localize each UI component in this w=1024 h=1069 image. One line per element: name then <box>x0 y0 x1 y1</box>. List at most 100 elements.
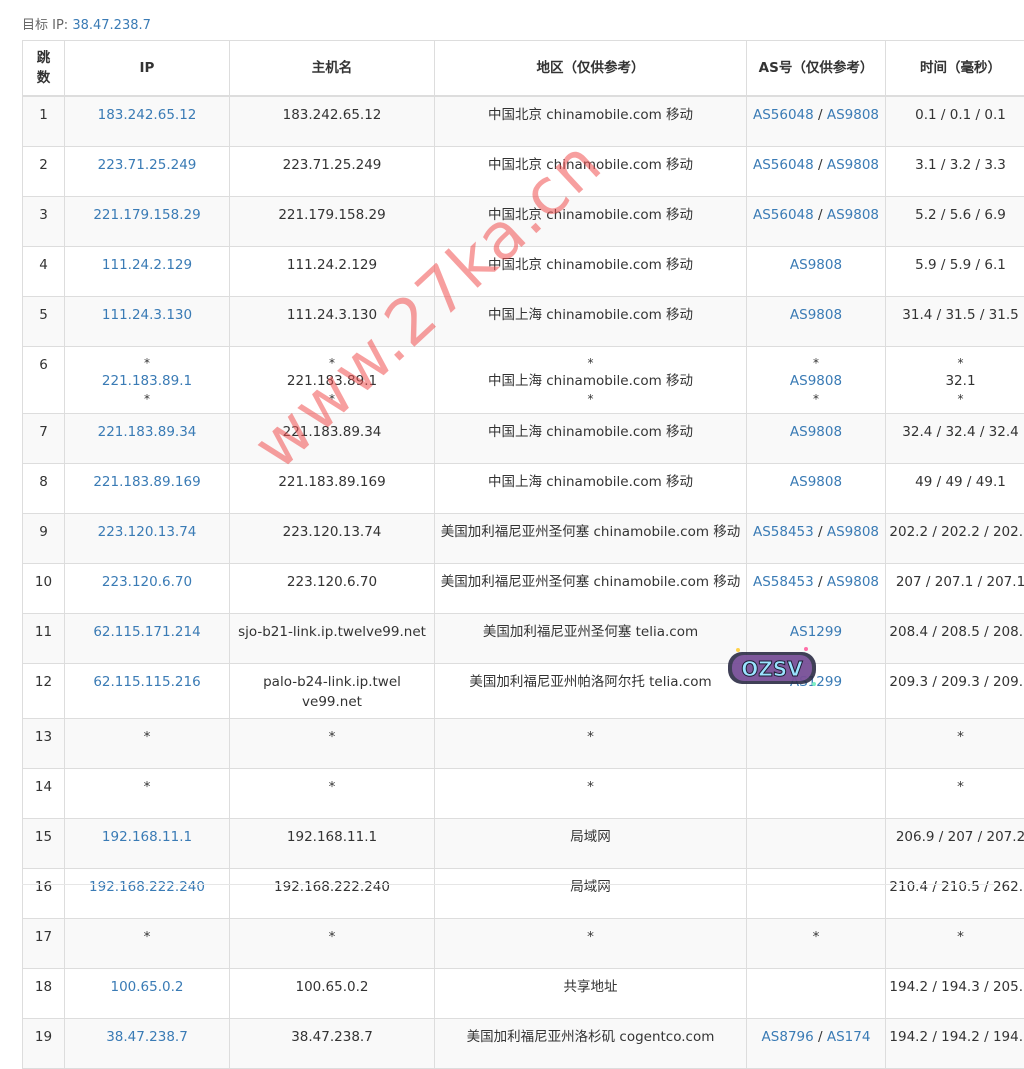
as-star-bottom: * <box>749 391 883 407</box>
hostname-cell: 223.120.13.74 <box>230 514 435 564</box>
ip-link[interactable]: 183.242.65.12 <box>98 107 197 123</box>
ip-link[interactable]: 111.24.2.129 <box>102 257 192 273</box>
as-cell <box>747 769 886 819</box>
ip-link[interactable]: 192.168.11.1 <box>102 829 192 845</box>
time-cell: 210.4 / 210.5 / 262.2 <box>886 869 1024 919</box>
hostname-text: sjo-b21-link.ip.twelve99.net <box>238 624 426 640</box>
time-text: * <box>957 779 964 795</box>
hostname-cell: * <box>230 919 435 969</box>
ip-link[interactable]: 223.71.25.249 <box>98 157 197 173</box>
region-cell: 中国北京 chinamobile.com 移动 <box>435 96 747 147</box>
as-link[interactable]: AS9808 <box>827 524 879 540</box>
time-text: * <box>957 929 964 945</box>
hostname-text: 221.183.89.1 <box>287 373 377 389</box>
time-star-bottom: * <box>888 391 1024 407</box>
hostname-cell: 192.168.11.1 <box>230 819 435 869</box>
hostname-cell: 223.71.25.249 <box>230 147 435 197</box>
as-link[interactable]: AS9808 <box>790 424 842 440</box>
ip-link[interactable]: 221.183.89.169 <box>93 474 200 490</box>
as-cell <box>747 719 886 769</box>
as-link[interactable]: AS9808 <box>827 107 879 123</box>
ip-link[interactable]: 221.183.89.1 <box>102 373 192 389</box>
ip-link[interactable]: 221.179.158.29 <box>93 207 200 223</box>
hop-cell: 16 <box>23 869 65 919</box>
region-cell: *中国上海 chinamobile.com 移动* <box>435 347 747 414</box>
ip-link[interactable]: 62.115.171.214 <box>93 624 200 640</box>
region-column-header: 地区（仅供参考） <box>435 41 747 97</box>
as-star-top: * <box>749 355 883 371</box>
watermark-logo-icon: OZSV <box>724 644 820 690</box>
ip-cell: 223.120.6.70 <box>65 564 230 614</box>
as-cell <box>747 969 886 1019</box>
as-link[interactable]: AS9808 <box>827 574 879 590</box>
table-row: 17***** <box>23 919 1024 969</box>
ip-link[interactable]: 192.168.222.240 <box>89 879 205 895</box>
ip-link[interactable]: 38.47.238.7 <box>106 1029 188 1045</box>
as-cell: AS9808 <box>747 297 886 347</box>
ip-link[interactable]: 223.120.13.74 <box>98 524 197 540</box>
ip-cell: 111.24.3.130 <box>65 297 230 347</box>
ip-link[interactable]: 62.115.115.216 <box>93 674 200 690</box>
region-cell: 中国上海 chinamobile.com 移动 <box>435 414 747 464</box>
region-cell: 中国北京 chinamobile.com 移动 <box>435 147 747 197</box>
time-text: 5.9 / 5.9 / 6.1 <box>915 257 1006 273</box>
as-link[interactable]: AS9808 <box>790 474 842 490</box>
time-cell: * <box>886 919 1024 969</box>
hostname-text: 192.168.222.240 <box>274 879 390 895</box>
time-column-header: 时间（毫秒） <box>886 41 1024 97</box>
as-cell: AS8796 / AS174 <box>747 1019 886 1069</box>
region-cell: 中国北京 chinamobile.com 移动 <box>435 247 747 297</box>
hostname-text: 221.183.89.34 <box>283 424 382 440</box>
as-link[interactable]: AS9808 <box>827 207 879 223</box>
region-text: * <box>587 779 594 795</box>
hop-cell: 13 <box>23 719 65 769</box>
hostname-star-bottom: * <box>232 391 432 407</box>
ip-link[interactable]: 111.24.3.130 <box>102 307 192 323</box>
as-link[interactable]: AS9808 <box>790 373 842 389</box>
as-separator: / <box>814 107 827 123</box>
as-link[interactable]: AS9808 <box>790 257 842 273</box>
region-cell: 中国上海 chinamobile.com 移动 <box>435 297 747 347</box>
ip-link[interactable]: 223.120.6.70 <box>102 574 192 590</box>
hostname-cell: * 221.183.89.1 * <box>230 347 435 414</box>
region-cell: 美国加利福尼亚州洛杉矶 cogentco.com <box>435 1019 747 1069</box>
as-cell: AS9808 <box>747 247 886 297</box>
time-text: 206.9 / 207 / 207.2 <box>896 829 1024 845</box>
table-row: 14**** <box>23 769 1024 819</box>
ip-link[interactable]: 100.65.0.2 <box>111 979 184 995</box>
ip-cell: 223.120.13.74 <box>65 514 230 564</box>
as-cell: AS9808 <box>747 414 886 464</box>
ip-link[interactable]: 221.183.89.34 <box>98 424 197 440</box>
region-cell: 共享地址 <box>435 969 747 1019</box>
time-text: 49 / 49 / 49.1 <box>915 474 1006 490</box>
as-link[interactable]: AS58453 <box>753 524 814 540</box>
as-link[interactable]: AS56048 <box>753 107 814 123</box>
region-text: 美国加利福尼亚州帕洛阿尔托 telia.com <box>469 674 711 690</box>
table-row: 13**** <box>23 719 1024 769</box>
as-link[interactable]: AS56048 <box>753 157 814 173</box>
region-cell: 中国北京 chinamobile.com 移动 <box>435 197 747 247</box>
hostname-text: 223.71.25.249 <box>283 157 382 173</box>
ip-cell: 100.65.0.2 <box>65 969 230 1019</box>
hostname-text: 192.168.11.1 <box>287 829 377 845</box>
time-cell: 194.2 / 194.2 / 194.3 <box>886 1019 1024 1069</box>
as-list: AS58453 / AS9808 <box>753 524 879 540</box>
as-link[interactable]: AS1299 <box>790 624 842 640</box>
region-cell: 局域网 <box>435 819 747 869</box>
hostname-cell: palo-b24-link.ip.twelve99.net <box>230 664 435 719</box>
as-link[interactable]: AS8796 <box>762 1029 814 1045</box>
time-cell: 5.9 / 5.9 / 6.1 <box>886 247 1024 297</box>
time-cell: * <box>886 719 1024 769</box>
as-link[interactable]: AS9808 <box>790 307 842 323</box>
ip-cell: *221.183.89.1* <box>65 347 230 414</box>
ip-cell: 192.168.222.240 <box>65 869 230 919</box>
as-separator: / <box>814 524 827 540</box>
hostname-star-top: * <box>232 355 432 371</box>
as-link[interactable]: AS56048 <box>753 207 814 223</box>
as-link[interactable]: AS9808 <box>827 157 879 173</box>
target-ip-value[interactable]: 38.47.238.7 <box>72 18 151 33</box>
region-text: 中国上海 chinamobile.com 移动 <box>488 307 693 323</box>
as-cell: AS56048 / AS9808 <box>747 147 886 197</box>
as-link[interactable]: AS58453 <box>753 574 814 590</box>
as-link[interactable]: AS174 <box>827 1029 871 1045</box>
